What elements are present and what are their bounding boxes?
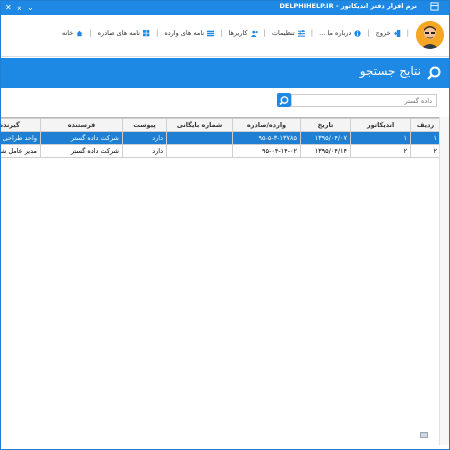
results-table: ردیف اندیکاتور تاریخ وارده/صادره شماره ب… xyxy=(1,118,441,158)
search-icon xyxy=(427,66,441,80)
users-icon xyxy=(250,30,258,37)
table-header-row: ردیف اندیکاتور تاریخ وارده/صادره شماره ب… xyxy=(1,118,441,132)
table-cell xyxy=(166,131,233,145)
table-row[interactable]: ۱ ۱ ۱۳۹۵/۰۴/۰۷ ۹۵-۵-۳-۱۳۷۸۵ دارد شرکت دا… xyxy=(1,131,441,145)
close-icon[interactable]: ✕ xyxy=(5,2,12,13)
table-cell: شرکت داده گستر xyxy=(40,144,123,158)
settings-icon xyxy=(297,29,305,37)
info-icon xyxy=(354,29,361,37)
minimize-icon[interactable]: ⌄ xyxy=(27,2,34,13)
page-title: نتایج جستجو xyxy=(359,64,421,78)
table-cell: شرکت داده گستر xyxy=(40,131,123,145)
table-cell: ۱۳۹۵/۰۴/۱۴ xyxy=(300,144,351,158)
table-cell xyxy=(166,144,233,158)
search-button[interactable] xyxy=(277,93,291,107)
table-cell: ۱ xyxy=(350,131,411,145)
vertical-scrollbar[interactable] xyxy=(439,117,449,445)
column-header[interactable]: فرستنده xyxy=(40,118,123,132)
menu-separator: | xyxy=(263,29,266,37)
menu-separator: | xyxy=(406,29,409,37)
menu-exit-label: خروج xyxy=(375,29,391,37)
table-cell: ۹۵-۵-۳-۱۳۷۸۵ xyxy=(232,131,301,145)
menu-separator: | xyxy=(310,29,314,37)
menu-about[interactable]: درباره ما ... xyxy=(319,29,361,37)
menu-settings-label: تنظیمات xyxy=(271,29,295,37)
results-grid: ردیف اندیکاتور تاریخ وارده/صادره شماره ب… xyxy=(1,117,441,445)
column-header[interactable]: گیرنده xyxy=(1,118,41,132)
table-cell: دارد xyxy=(122,144,167,158)
column-header[interactable]: تاریخ xyxy=(300,118,351,132)
menu-home[interactable]: خانه xyxy=(62,29,83,37)
maximize-icon[interactable]: ⌅ xyxy=(16,2,23,13)
table-cell: ۱۳۹۵/۰۴/۰۷ xyxy=(300,131,351,145)
column-header[interactable]: پیوست xyxy=(122,118,167,132)
menu-incoming-letters[interactable]: نامه های وارده xyxy=(164,29,215,37)
column-header[interactable]: شماره بایگانی xyxy=(166,118,233,132)
menu-outgoing-letters[interactable]: نامه های صادره xyxy=(98,29,150,37)
grid-icon xyxy=(142,29,150,36)
table-cell: ۲ xyxy=(410,144,441,158)
scroll-corner-handle[interactable] xyxy=(420,432,428,438)
menu-users[interactable]: کاربرها xyxy=(228,29,258,37)
window-title: نرم افزار دفتر اندیکاتور - DELPHIHELP.IR xyxy=(279,2,417,10)
table-cell: ۹۵-۰۴-۱۴-۰۲ xyxy=(232,144,301,158)
avatar[interactable] xyxy=(416,21,444,49)
exit-icon xyxy=(393,29,400,37)
table-cell: ۱ xyxy=(410,131,441,145)
menu-settings[interactable]: تنظیمات xyxy=(272,29,305,37)
list-icon xyxy=(207,30,215,36)
table-cell: مدیر عامل شرکت xyxy=(1,144,41,158)
menu-exit[interactable]: خروج xyxy=(376,29,401,37)
column-header[interactable]: ردیف xyxy=(410,118,441,132)
table-cell: واحد طراحی سایت xyxy=(1,131,41,145)
main-menu: خانه | نامه های صادره | نامه های وارده |… xyxy=(62,29,409,37)
table-cell: ۲ xyxy=(350,144,411,158)
menu-outgoing-label: نامه های صادره xyxy=(97,29,140,37)
menu-separator: | xyxy=(367,29,370,37)
menu-about-label: درباره ما ... xyxy=(319,29,352,37)
menu-incoming-label: نامه های وارده xyxy=(164,29,205,37)
home-icon xyxy=(76,30,83,36)
menu-separator: | xyxy=(89,29,92,37)
menu-separator: | xyxy=(220,29,223,37)
column-header[interactable]: وارده/صادره xyxy=(232,118,301,132)
page-header: نتایج جستجو xyxy=(1,58,449,88)
title-bar: ✕ ⌅ ⌄ نرم افزار دفتر اندیکاتور - DELPHIH… xyxy=(1,1,449,15)
menu-separator: | xyxy=(155,29,159,37)
search-input[interactable] xyxy=(291,94,437,107)
search-icon xyxy=(279,96,289,106)
table-cell: دارد xyxy=(122,131,167,145)
nav-bar: خانه | نامه های صادره | نامه های وارده |… xyxy=(1,15,449,57)
menu-home-label: خانه xyxy=(62,29,74,37)
app-icon xyxy=(430,2,439,14)
menu-users-label: کاربرها xyxy=(228,29,248,37)
app-window: ✕ ⌅ ⌄ نرم افزار دفتر اندیکاتور - DELPHIH… xyxy=(0,0,450,450)
column-header[interactable]: اندیکاتور xyxy=(350,118,411,132)
table-row[interactable]: ۲ ۲ ۱۳۹۵/۰۴/۱۴ ۹۵-۰۴-۱۴-۰۲ دارد شرکت داد… xyxy=(1,144,441,158)
